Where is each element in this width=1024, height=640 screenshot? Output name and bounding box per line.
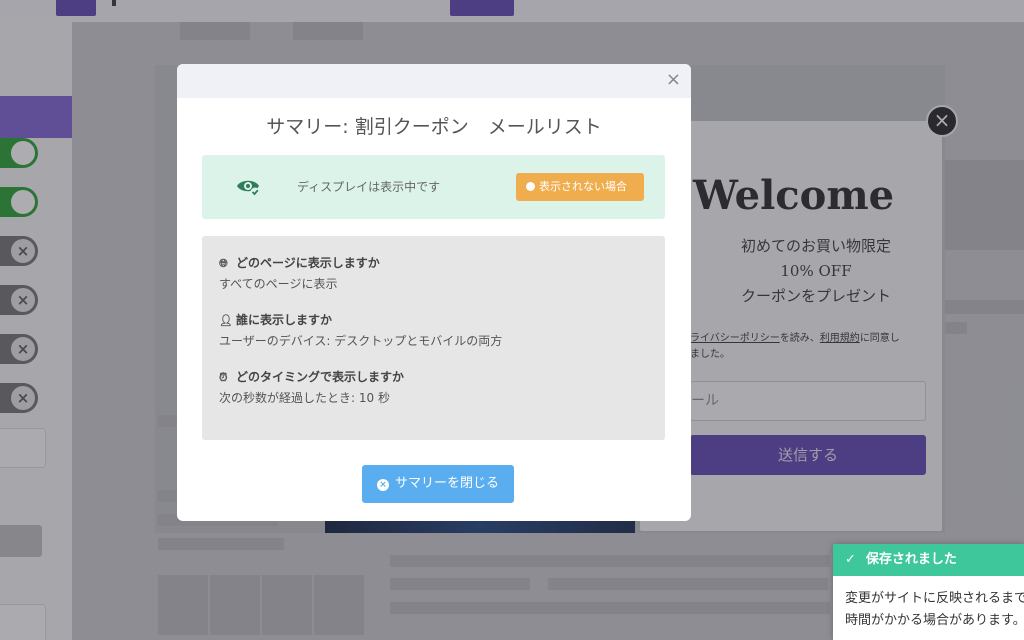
close-circle-icon: × [376,479,389,491]
close-summary-label: サマリーを閉じる [394,476,499,491]
alarm-clock-icon: ⏰︎ [219,371,228,384]
globe-icon: 🌐︎ [219,257,228,270]
eye-check-icon [237,180,260,197]
user-icon: 👤︎ [219,314,233,327]
toast-title: 保存されました [865,552,957,567]
section-heading: どのページに表示しますか [236,256,380,270]
section-value: 次の秒数が経過したとき: 10 秒 [219,391,390,405]
summary-timing-section: ⏰︎ どのタイミングで表示しますか 次の秒数が経過したとき: 10 秒 [219,368,404,406]
summary-pages-section: 🌐︎ どのページに表示しますか すべてのページに表示 [219,254,380,292]
section-heading: 誰に表示しますか [236,313,333,327]
checkmark-icon: ✓ [845,552,856,567]
display-status-box: ディスプレイは表示中です 表示されない場合 [202,155,665,219]
not-displayed-help-label: 表示されない場合 [539,180,627,193]
section-value: すべてのページに表示 [219,277,338,291]
section-heading: どのタイミングで表示しますか [236,370,405,384]
modal-close-icon[interactable]: × [666,70,681,90]
not-displayed-help-button[interactable]: 表示されない場合 [516,173,644,201]
section-value: ユーザーのデバイス: デスクトップとモバイルの両方 [219,334,503,348]
info-dot-icon [526,182,535,191]
display-status-text: ディスプレイは表示中です [297,180,441,194]
summary-audience-section: 👤︎ 誰に表示しますか ユーザーのデバイス: デスクトップとモバイルの両方 [219,311,502,349]
toast-message: 変更がサイトに反映されるまでに時間がかかる場合があります。 [845,591,1024,628]
summary-details: 🌐︎ どのページに表示しますか すべてのページに表示 👤︎ 誰に表示しますか ユーザ… [202,236,665,440]
toast-header: ✓ 保存されました [833,544,1024,576]
modal-title: サマリー: 割引クーポン メールリスト [266,116,602,138]
modal-header: × [177,64,691,98]
saved-toast: ✓ 保存されました 変更がサイトに反映されるまでに時間がかかる場合があります。 [833,544,1024,640]
close-summary-button[interactable]: × サマリーを閉じる [362,465,514,503]
summary-modal: × サマリー: 割引クーポン メールリスト ディスプレイは表示中です 表示されな… [177,64,691,521]
